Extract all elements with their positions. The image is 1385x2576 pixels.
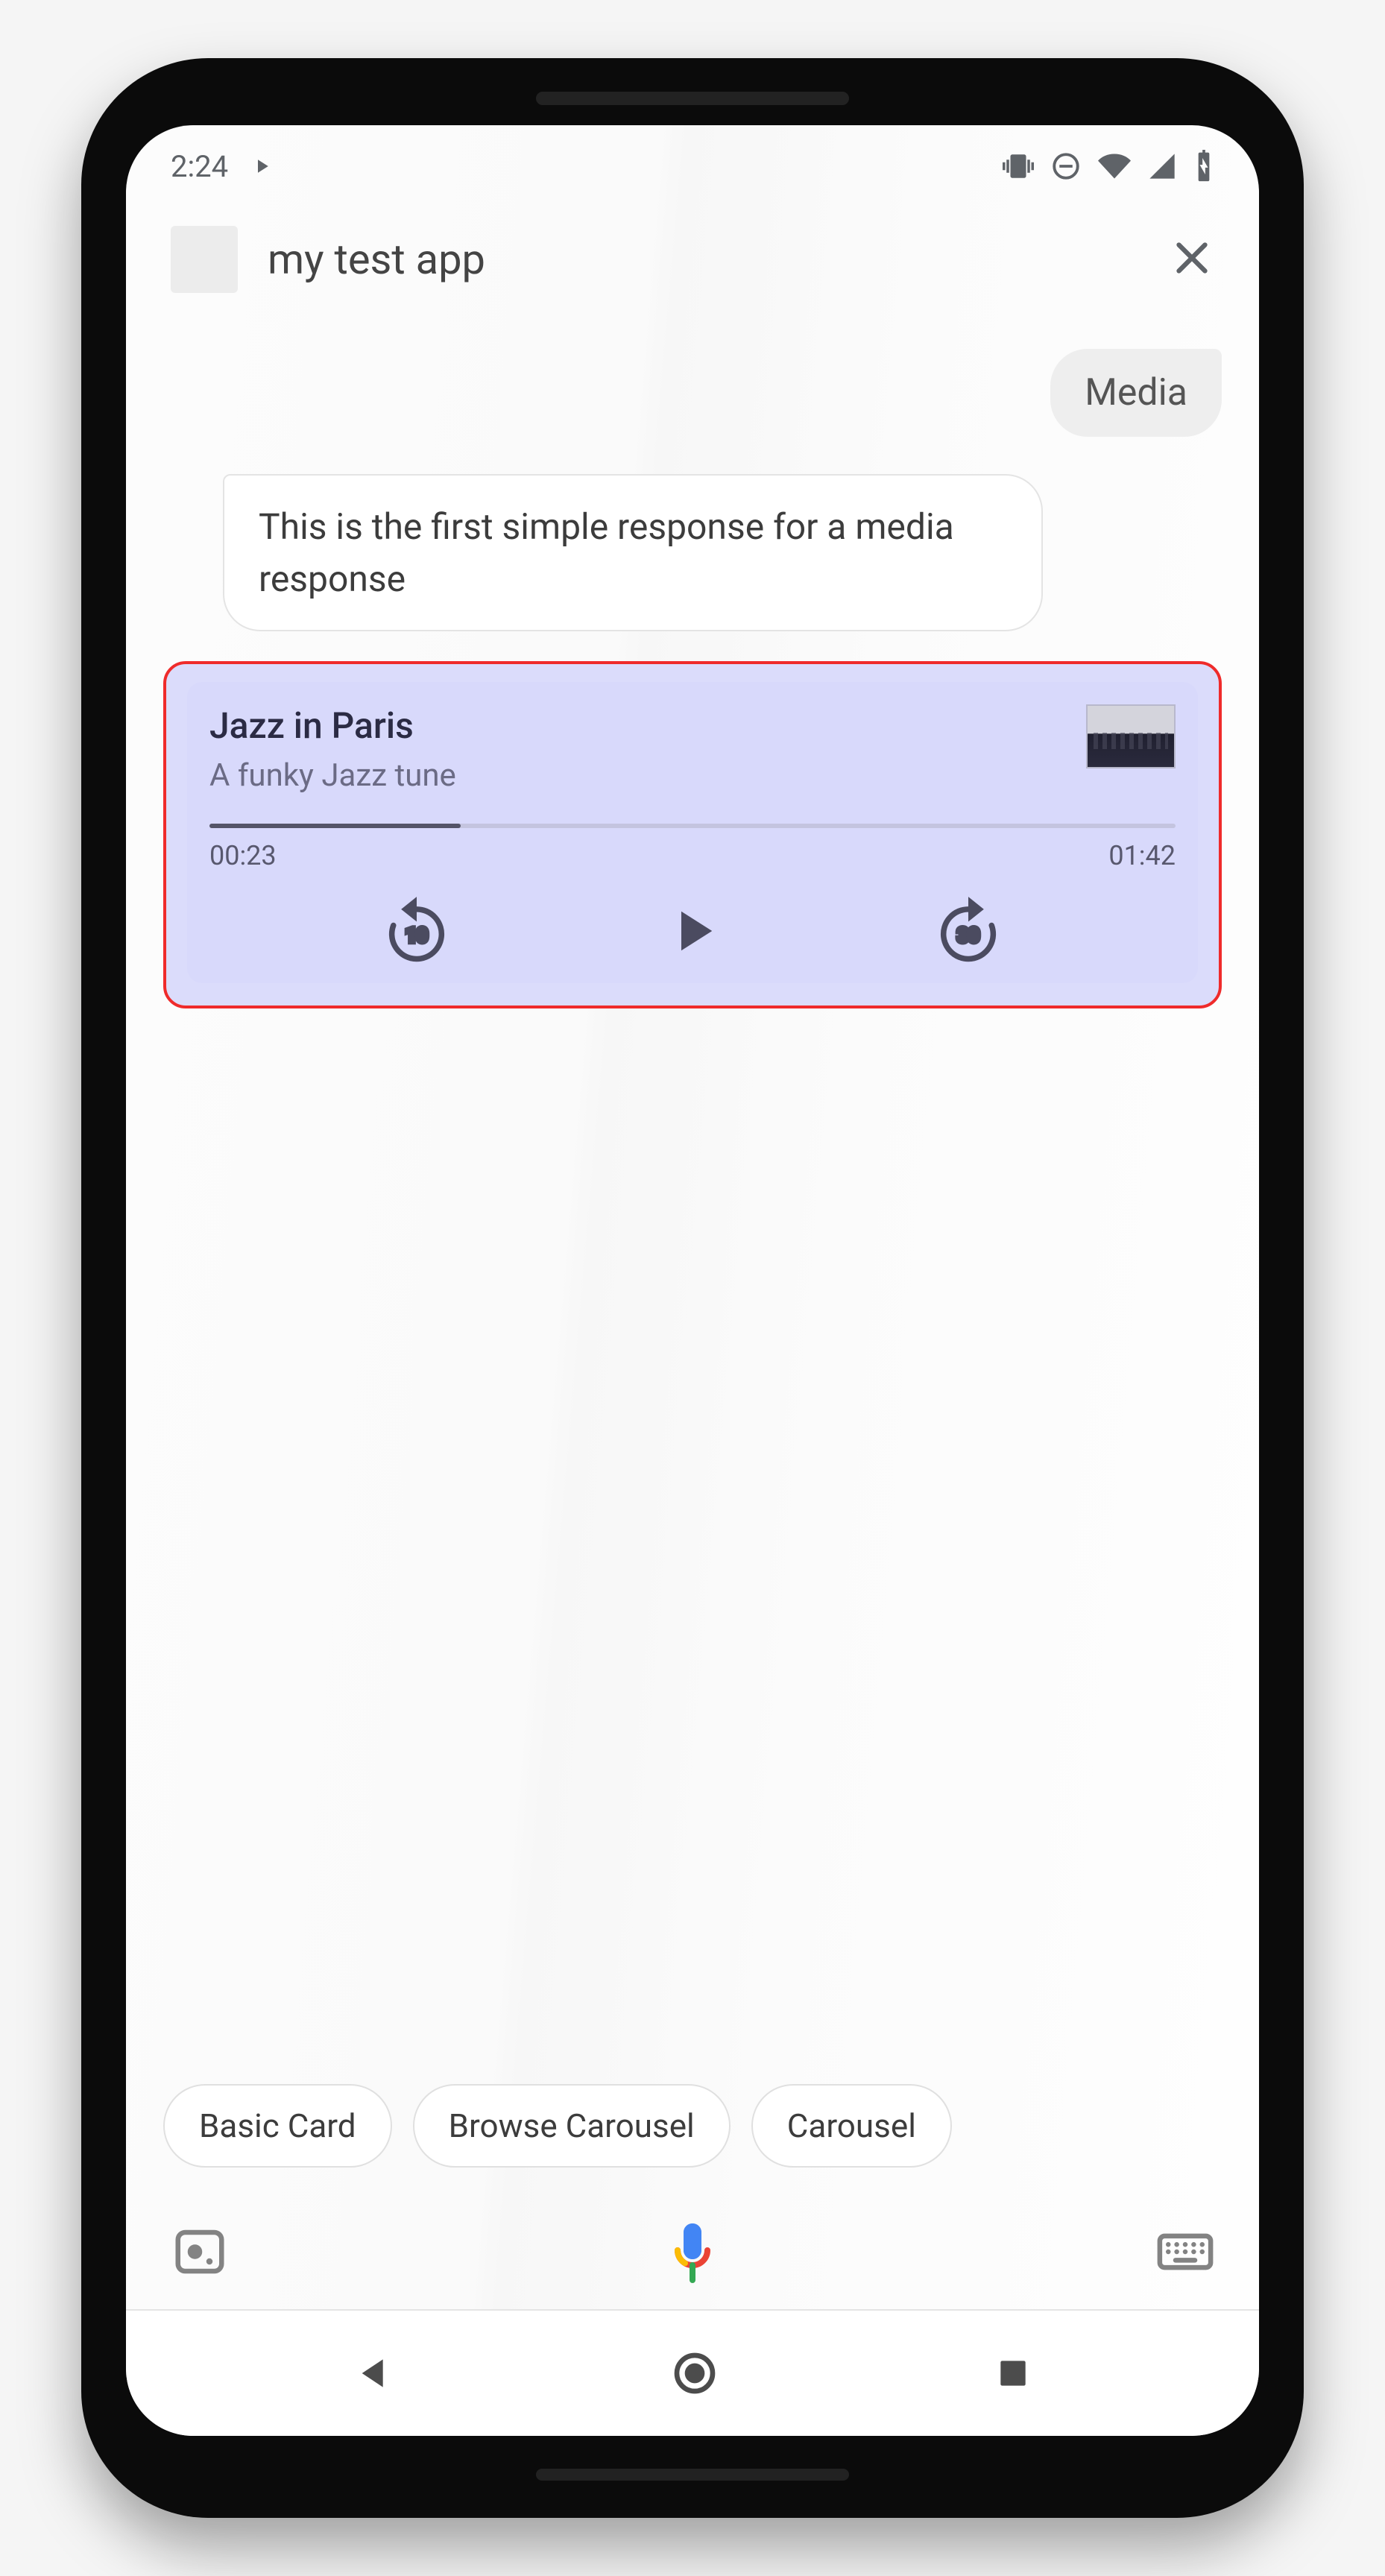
cell-signal-icon — [1147, 151, 1177, 181]
media-progress-fill — [209, 824, 461, 828]
screen: 2:24 — [126, 125, 1259, 2436]
media-time-total: 01:42 — [1108, 840, 1176, 871]
chip-carousel[interactable]: Carousel — [751, 2084, 952, 2168]
play-indicator-icon — [250, 155, 273, 177]
assistant-message-bubble: This is the first simple response for a … — [223, 474, 1043, 631]
status-time: 2:24 — [171, 149, 228, 184]
keyboard-icon[interactable] — [1156, 2230, 1214, 2276]
mic-icon[interactable] — [657, 2217, 728, 2289]
battery-charging-icon — [1193, 150, 1214, 183]
assistant-input-bar — [126, 2197, 1259, 2309]
media-card-highlight: Jazz in Paris A funky Jazz tune 00:23 01… — [163, 661, 1222, 1008]
status-bar: 2:24 — [126, 125, 1259, 207]
media-thumbnail — [1086, 704, 1176, 768]
svg-text:30: 30 — [958, 925, 980, 947]
close-icon[interactable] — [1162, 228, 1222, 291]
chip-basic-card[interactable]: Basic Card — [163, 2084, 392, 2168]
lens-icon[interactable] — [171, 2223, 229, 2284]
phone-frame: 2:24 — [81, 58, 1304, 2518]
system-nav-bar — [126, 2309, 1259, 2436]
app-title: my test app — [268, 235, 1132, 284]
nav-recent-button[interactable] — [994, 2355, 1032, 2392]
vibrate-icon — [1003, 151, 1034, 182]
chip-browse-carousel[interactable]: Browse Carousel — [413, 2084, 731, 2168]
conversation-area: Media This is the first simple response … — [126, 312, 1259, 2084]
media-title: Jazz in Paris — [209, 704, 1064, 747]
svg-text:10: 10 — [406, 925, 428, 947]
phone-speaker — [536, 92, 849, 105]
media-subtitle: A funky Jazz tune — [209, 757, 1064, 794]
media-card: Jazz in Paris A funky Jazz tune 00:23 01… — [187, 682, 1198, 983]
play-button[interactable] — [659, 897, 726, 965]
user-message-bubble: Media — [1050, 349, 1222, 437]
nav-home-button[interactable] — [671, 2349, 719, 2397]
rewind-10-button[interactable]: 10 — [379, 894, 454, 968]
wifi-icon — [1098, 150, 1131, 183]
phone-speaker-bottom — [536, 2469, 849, 2481]
dnd-icon — [1050, 151, 1082, 182]
forward-30-button[interactable]: 30 — [931, 894, 1006, 968]
app-header: my test app — [126, 207, 1259, 312]
media-progress-track[interactable] — [209, 824, 1176, 828]
app-icon — [171, 226, 238, 293]
suggestion-chips-row: Basic Card Browse Carousel Carousel — [126, 2084, 1259, 2197]
nav-back-button[interactable] — [353, 2352, 395, 2394]
media-time-elapsed: 00:23 — [209, 840, 277, 871]
